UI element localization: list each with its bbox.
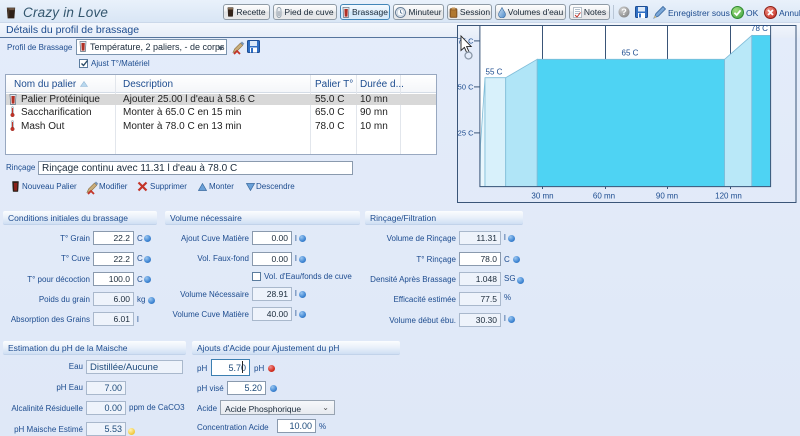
- svg-text:65 C: 65 C: [622, 48, 639, 57]
- svg-text:55 C: 55 C: [486, 68, 503, 77]
- svg-text:60 mn: 60 mn: [593, 192, 615, 201]
- svg-text:78 C: 78 C: [751, 24, 768, 33]
- svg-text:90 mn: 90 mn: [656, 192, 678, 201]
- svg-text:120 mn: 120 mn: [715, 192, 742, 201]
- svg-text:25 C: 25 C: [458, 128, 474, 137]
- svg-text:30 mn: 30 mn: [531, 192, 553, 201]
- svg-text:50 C: 50 C: [458, 82, 474, 91]
- svg-text:?: ?: [621, 7, 627, 17]
